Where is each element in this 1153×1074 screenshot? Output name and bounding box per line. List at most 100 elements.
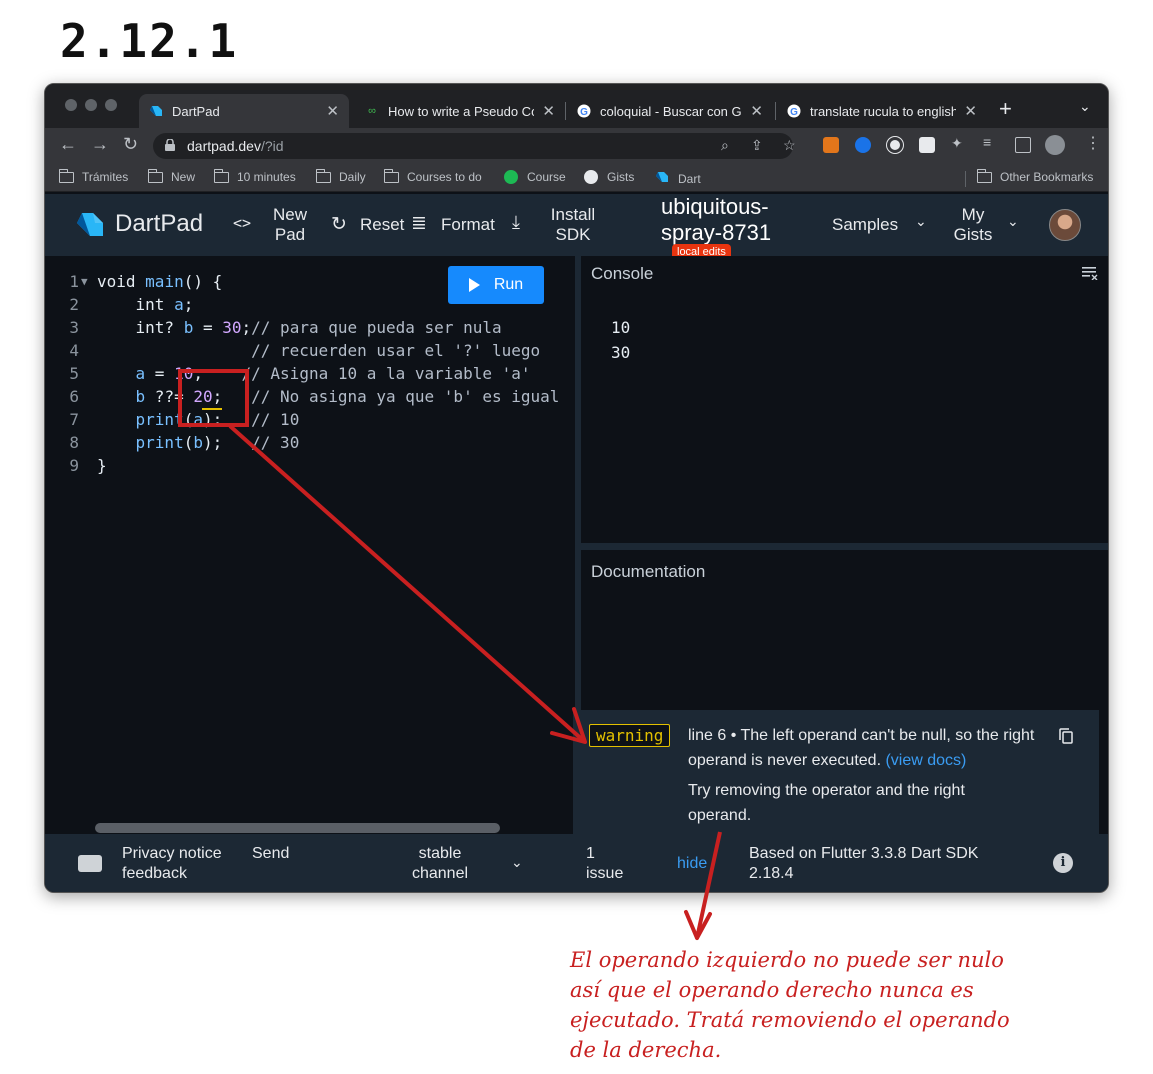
user-avatar[interactable]: [1049, 209, 1081, 241]
bookmark-gists[interactable]: Gists: [584, 170, 634, 184]
minimize-window-button[interactable]: [85, 99, 97, 111]
folder-icon: [383, 168, 399, 183]
dart-logo-icon: [655, 170, 669, 187]
clear-console-icon[interactable]: [1082, 266, 1098, 280]
back-arrow-icon[interactable]: ←: [59, 134, 77, 155]
tab-coloquial[interactable]: G coloquial - Buscar con Go ✕: [567, 94, 773, 128]
tab-dartpad[interactable]: DartPad ✕: [139, 94, 349, 128]
metamask-extension-icon[interactable]: [823, 137, 839, 153]
console-title: Console: [591, 264, 654, 283]
download-icon[interactable]: ⤓: [512, 212, 520, 233]
samples-chevron-down-icon[interactable]: ⌄: [915, 213, 927, 230]
bookmarks-bar: Trámites New 10 minutes Daily Courses to…: [45, 164, 1108, 192]
site-favicon-icon: ∞: [368, 105, 376, 117]
bookmark-new[interactable]: New: [147, 168, 195, 184]
pad-name[interactable]: ubiquitous-spray-8731: [661, 194, 771, 246]
editor-horizontal-scrollbar[interactable]: [95, 823, 500, 833]
zoom-icon[interactable]: ⌕: [721, 137, 729, 154]
fold-chevron-icon[interactable]: ▼: [81, 270, 88, 293]
code-brackets-icon[interactable]: <>: [233, 214, 251, 232]
reset-icon[interactable]: ↻: [331, 213, 347, 236]
share-icon[interactable]: ⇪: [751, 137, 763, 154]
clickup-extension-icon[interactable]: [919, 137, 935, 153]
format-button[interactable]: Format: [441, 215, 495, 235]
issues-count: 1 issue: [586, 845, 624, 882]
line-number: 2: [69, 295, 79, 314]
circle-extension-icon[interactable]: [887, 137, 903, 153]
bookmark-daily[interactable]: Daily: [315, 168, 366, 184]
zoom-window-button[interactable]: [105, 99, 117, 111]
console-panel: Console 10 30: [581, 256, 1108, 543]
reset-button[interactable]: Reset: [360, 215, 404, 235]
send-feedback-link[interactable]: Send: [252, 844, 289, 864]
reload-icon[interactable]: ↻: [123, 134, 138, 155]
copy-icon[interactable]: [1059, 728, 1073, 744]
tab-translate[interactable]: G translate rucula to english ✕: [777, 94, 987, 128]
more-menu-icon[interactable]: ⋮: [1085, 133, 1101, 152]
bookmark-tramites[interactable]: Trámites: [58, 168, 128, 184]
todo-extension-icon[interactable]: [855, 137, 871, 153]
dartpad-header: DartPad <> New Pad ↻ Reset ≣ Format ⤓ Ins…: [45, 194, 1108, 260]
warning-badge: warning: [589, 724, 671, 747]
bookmark-course[interactable]: Course: [504, 170, 566, 184]
samples-button[interactable]: Samples: [832, 215, 898, 235]
install-sdk-button[interactable]: Install SDK: [545, 205, 601, 245]
line-number: 1: [69, 272, 79, 291]
code-text: a = 10; // Asigna 10 a la variable 'a': [135, 364, 531, 383]
my-gists-button[interactable]: My Gists: [951, 205, 995, 245]
svg-text:G: G: [790, 107, 798, 118]
close-window-button[interactable]: [65, 99, 77, 111]
code-editor[interactable]: 1 ▼ void main() {2 int a; 3 int? b = 30;// …: [45, 256, 575, 834]
tab-pseudo-code[interactable]: ∞ How to write a Pseudo Co ✕: [355, 94, 565, 128]
close-tab-icon[interactable]: ✕: [326, 102, 339, 120]
new-pad-button[interactable]: New Pad: [269, 205, 311, 245]
run-button[interactable]: Run: [448, 266, 544, 304]
line-number: 8: [69, 433, 79, 452]
tab-label: How to write a Pseudo Co: [388, 103, 535, 119]
play-icon: [468, 278, 480, 292]
close-tab-icon[interactable]: ✕: [750, 102, 763, 120]
issue-message: line 6 • The left operand can't be null,…: [688, 727, 1035, 769]
code-text: int a;: [135, 295, 194, 314]
close-tab-icon[interactable]: ✕: [964, 102, 977, 120]
media-icon[interactable]: ≡: [983, 134, 999, 150]
gists-chevron-down-icon[interactable]: ⌄: [1007, 213, 1019, 230]
code-text: // recuerden usar el '?' luego: [251, 341, 541, 360]
svg-text:G: G: [580, 107, 588, 118]
address-bar[interactable]: dartpad.dev/?id ⌕ ⇪ ☆: [153, 133, 796, 159]
handwritten-note: El operando izquierdo no puede ser nulo …: [570, 948, 1010, 1062]
console-output-line: 10: [611, 318, 631, 337]
bookmark-other-bookmarks[interactable]: Other Bookmarks: [976, 168, 1093, 184]
tab-search-chevron-icon[interactable]: ⌄: [1079, 98, 1091, 115]
console-output-line: 30: [611, 343, 631, 362]
close-tab-icon[interactable]: ✕: [542, 102, 555, 120]
channel-chevron-down-icon[interactable]: ⌄: [511, 852, 523, 872]
panel-splitter[interactable]: [581, 543, 1108, 550]
channel-selector[interactable]: stable channel: [405, 844, 475, 884]
bookmark-10-minutes[interactable]: 10 minutes: [213, 168, 296, 184]
issue-fix-text: Try removing the operator and the right …: [688, 782, 965, 824]
format-align-icon[interactable]: ≣: [411, 212, 427, 235]
line-number: 5: [69, 364, 79, 383]
forward-arrow-icon[interactable]: →: [91, 134, 109, 155]
status-bar: Privacy notice feedback Send stable channe…: [45, 834, 1108, 892]
side-panel-icon[interactable]: [1015, 137, 1031, 153]
info-icon[interactable]: i: [1053, 853, 1073, 873]
view-docs-link[interactable]: (view docs): [885, 752, 966, 769]
tab-label: coloquial - Buscar con Go: [600, 103, 743, 119]
warning-squiggle: [202, 408, 222, 410]
hide-issues-link[interactable]: hide: [677, 854, 707, 874]
bookmark-star-icon[interactable]: ☆: [783, 137, 796, 154]
puzzle-extensions-icon[interactable]: ✦: [951, 135, 967, 151]
dart-logo-icon: [149, 104, 163, 118]
new-tab-button[interactable]: +: [999, 96, 1012, 122]
keyboard-shortcuts-icon[interactable]: [78, 855, 102, 872]
code-text: print(b); // 30: [135, 433, 300, 452]
bookmark-dart[interactable]: Dart: [655, 170, 701, 187]
bookmark-courses-to-do[interactable]: Courses to do: [383, 168, 482, 184]
profile-avatar[interactable]: [1045, 135, 1065, 155]
folder-icon: [147, 168, 163, 183]
line-number: 4: [69, 341, 79, 360]
privacy-notice-link[interactable]: Privacy notice feedback: [122, 844, 222, 884]
folder-icon: [315, 168, 331, 183]
